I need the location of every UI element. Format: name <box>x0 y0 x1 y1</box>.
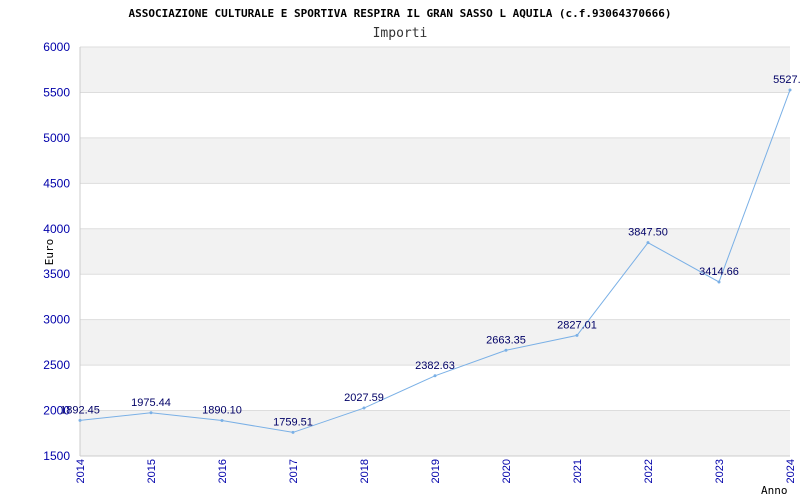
data-label-2020: 2663.35 <box>486 334 526 346</box>
data-point-2017 <box>291 430 295 434</box>
x-tick-2020: 2020 <box>501 459 513 483</box>
x-tick-2024: 2024 <box>785 459 797 483</box>
x-tick-2023: 2023 <box>714 459 726 483</box>
y-tick-6000: 6000 <box>43 40 70 54</box>
data-point-2023 <box>717 280 721 284</box>
band-4500 <box>80 137 790 184</box>
data-point-2022 <box>646 241 650 245</box>
y-axis-label: Euro <box>43 239 56 266</box>
line-chart: 1500200025003000350040004500500055006000… <box>43 7 800 497</box>
chart-title: ASSOCIAZIONE CULTURALE E SPORTIVA RESPIR… <box>128 7 671 20</box>
x-tick-labels: 2014 2015 2016 2017 2018 2019 2020 2021 2022 2023… <box>75 459 797 483</box>
band-3500 <box>80 228 790 275</box>
x-tick-2019: 2019 <box>430 459 442 483</box>
y-tick-5500: 5500 <box>43 85 70 99</box>
data-point-2015 <box>149 411 153 415</box>
x-axis-label: Anno <box>761 484 788 497</box>
data-point-2020 <box>504 348 508 352</box>
band-5500 <box>80 47 790 93</box>
data-point-2021 <box>575 333 579 337</box>
y-tick-4500: 4500 <box>43 176 70 190</box>
x-tick-2017: 2017 <box>288 459 300 483</box>
y-tick-2500: 2500 <box>43 358 70 372</box>
x-tick-2014: 2014 <box>75 459 87 483</box>
y-tick-3000: 3000 <box>43 313 70 327</box>
data-label-2019: 2382.63 <box>415 360 455 372</box>
data-label-2024: 5527.5 <box>773 74 800 86</box>
data-label-2017: 1759.51 <box>273 416 313 428</box>
data-label-2021: 2827.01 <box>557 319 597 331</box>
x-tick-2015: 2015 <box>146 459 158 483</box>
y-tick-3500: 3500 <box>43 267 70 281</box>
x-tick-2018: 2018 <box>359 459 371 483</box>
band-1500 <box>80 410 790 456</box>
chart-subtitle: Importi <box>373 26 428 41</box>
data-label-2016: 1890.10 <box>202 405 242 417</box>
data-point-2024 <box>788 88 792 92</box>
x-tick-2016: 2016 <box>217 459 229 483</box>
x-tick-2022: 2022 <box>643 459 655 483</box>
data-label-2014: 1892.45 <box>60 404 100 416</box>
data-point-2014 <box>78 418 82 422</box>
y-tick-5000: 5000 <box>43 131 70 145</box>
band-2500 <box>80 319 790 366</box>
y-tick-4000: 4000 <box>43 222 70 236</box>
data-point-2019 <box>433 374 437 378</box>
x-tick-2021: 2021 <box>572 459 584 483</box>
data-label-2018: 2027.59 <box>344 392 384 404</box>
data-point-2016 <box>220 419 224 423</box>
background-bands <box>80 47 790 456</box>
data-label-2022: 3847.50 <box>628 227 668 239</box>
data-point-2018 <box>362 406 366 410</box>
y-tick-1500: 1500 <box>43 449 70 463</box>
data-label-2015: 1975.44 <box>131 397 171 409</box>
data-label-2023: 3414.66 <box>699 266 739 278</box>
